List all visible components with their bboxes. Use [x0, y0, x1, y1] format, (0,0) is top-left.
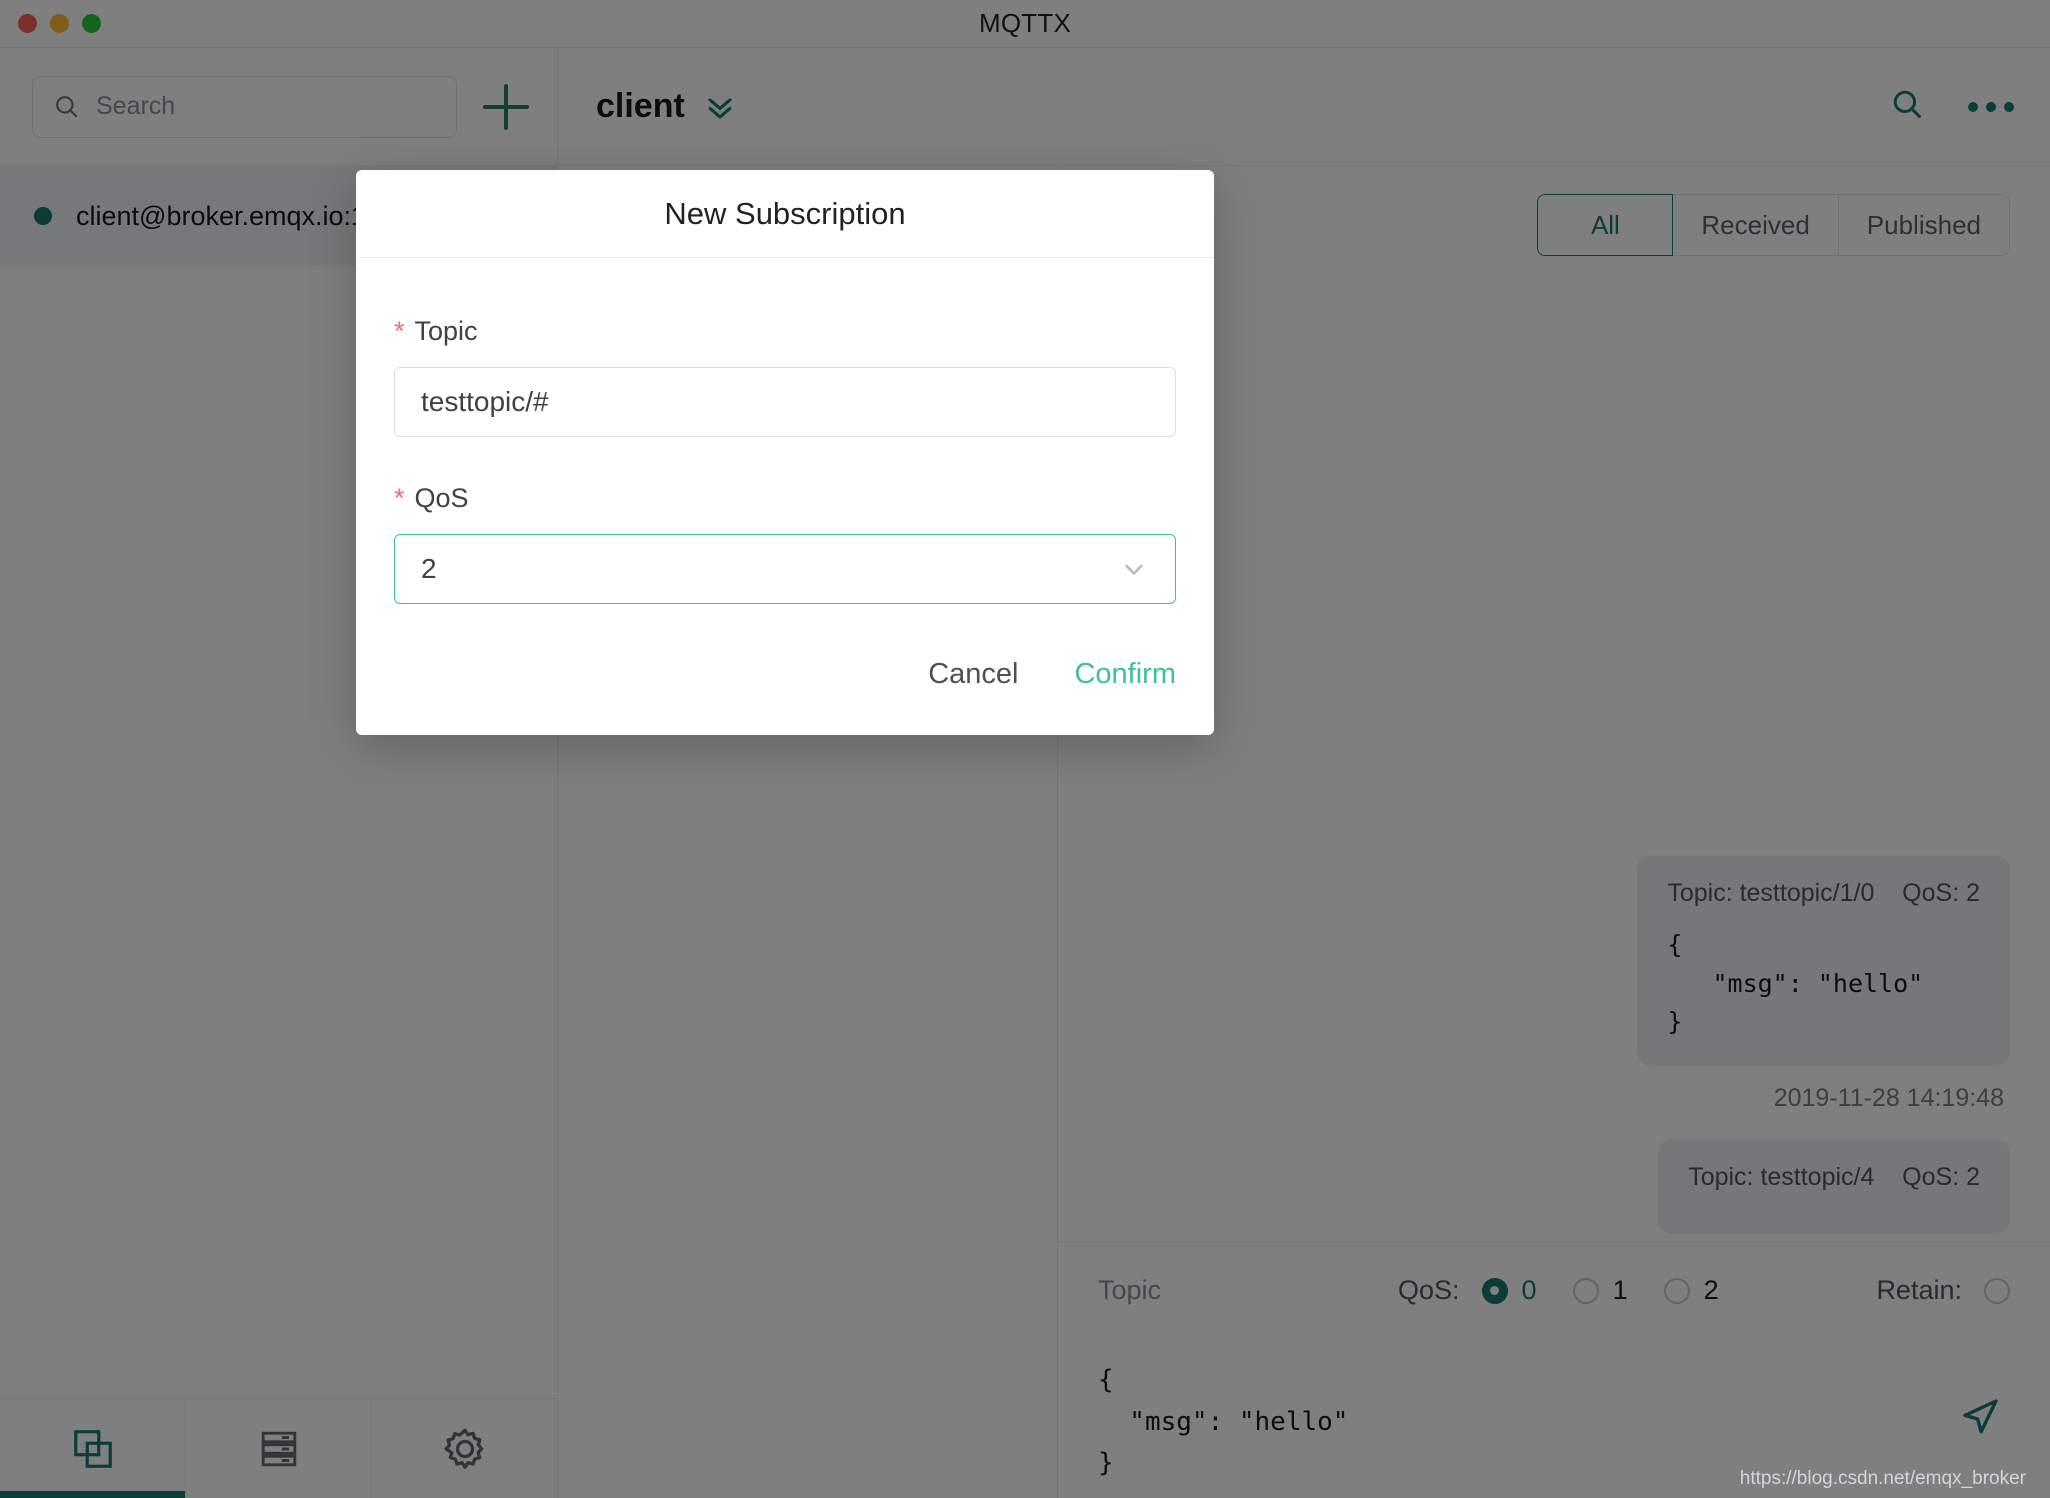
topic-label: Topic — [414, 316, 478, 346]
qos-label: QoS — [414, 483, 469, 513]
publish-qos-option-0[interactable]: 0 — [1481, 1275, 1537, 1306]
required-marker: * — [394, 483, 405, 513]
message-bubble: Topic: testtopic/4 QoS: 2 — [1658, 1139, 2010, 1234]
main-header: client — [558, 48, 2050, 166]
publish-qos-radio-group: 0 1 2 — [1481, 1275, 1719, 1306]
publish-qos-option-label: 0 — [1521, 1275, 1537, 1305]
search-placeholder: Search — [96, 92, 176, 120]
dialog-title: New Subscription — [664, 195, 906, 231]
radio-icon — [1481, 1277, 1508, 1304]
add-connection-button[interactable] — [483, 83, 529, 130]
topic-label-row: * Topic — [394, 316, 1176, 347]
search-input[interactable]: Search — [32, 75, 457, 138]
watermark: https://blog.csdn.net/emqx_broker — [1739, 1468, 2026, 1489]
radio-icon — [1663, 1277, 1690, 1304]
new-subscription-dialog: New Subscription * Topic testtopic/# * Q… — [356, 170, 1214, 735]
dialog-header: New Subscription — [356, 170, 1214, 258]
radio-icon — [1572, 1277, 1599, 1304]
search-icon — [56, 96, 78, 118]
topic-input-value: testtopic/# — [421, 386, 549, 417]
message-filter-tabs: All Received Published — [1537, 194, 2010, 256]
search-messages-button[interactable] — [1890, 87, 1924, 126]
title-bar: MQTTX — [0, 0, 2050, 48]
connection-status-dot — [34, 207, 52, 225]
nav-settings-button[interactable] — [371, 1399, 557, 1498]
tab-published[interactable]: Published — [1838, 194, 2010, 256]
tab-received[interactable]: Received — [1673, 194, 1839, 256]
bottom-navigation — [0, 1398, 557, 1498]
publish-qos-option-1[interactable]: 1 — [1572, 1275, 1628, 1306]
gear-icon — [443, 1428, 483, 1469]
windows-stack-icon — [73, 1429, 112, 1468]
qos-field-group: * QoS 2 — [394, 483, 1176, 604]
publish-topic-input[interactable]: Topic — [1098, 1275, 1398, 1306]
retain-checkbox[interactable] — [1984, 1277, 2010, 1304]
server-icon — [261, 1431, 296, 1466]
header-actions — [1890, 87, 2014, 126]
cancel-button[interactable]: Cancel — [928, 658, 1018, 691]
nav-brokers-button[interactable] — [185, 1399, 371, 1498]
sidebar-toolbar: Search — [0, 48, 557, 166]
confirm-button[interactable]: Confirm — [1074, 658, 1176, 691]
publish-qos-option-label: 1 — [1612, 1275, 1628, 1305]
message-timestamp: 2019-11-28 14:19:48 — [1773, 1084, 2004, 1112]
qos-label-row: * QoS — [394, 483, 1176, 514]
retain-control: Retain: — [1876, 1275, 2010, 1306]
qos-select[interactable]: 2 — [394, 534, 1176, 604]
send-icon — [1963, 1399, 1998, 1434]
message-bubble: Topic: testtopic/1/0 QoS: 2 { "msg": "he… — [1637, 854, 2010, 1066]
dialog-footer: Cancel Confirm — [356, 624, 1214, 735]
app-title: MQTTX — [979, 8, 1071, 38]
tab-all[interactable]: All — [1537, 194, 1674, 256]
message-payload: { "msg": "hello" } — [1667, 929, 1924, 1037]
message-meta: Topic: testtopic/1/0 QoS: 2 — [1667, 878, 1980, 907]
chevron-double-down-icon[interactable] — [703, 90, 737, 124]
nav-connections-button[interactable] — [0, 1399, 185, 1498]
page-title: client — [596, 87, 685, 125]
publish-qos-label: QoS: — [1398, 1275, 1460, 1305]
message-meta: Topic: testtopic/4 QoS: 2 — [1688, 1163, 1980, 1191]
required-marker: * — [394, 316, 405, 346]
send-message-button[interactable] — [1956, 1393, 2004, 1446]
publish-qos-option-label: 2 — [1703, 1275, 1719, 1305]
topic-field-group: * Topic testtopic/# — [394, 316, 1176, 437]
chevron-down-icon — [1125, 564, 1143, 575]
publish-qos-option-2[interactable]: 2 — [1663, 1275, 1719, 1306]
topic-input[interactable]: testtopic/# — [394, 367, 1176, 437]
more-horizontal-icon[interactable] — [1968, 101, 2014, 112]
retain-label: Retain: — [1876, 1275, 1962, 1305]
search-icon — [1893, 90, 1921, 118]
qos-select-value: 2 — [421, 553, 437, 584]
publish-payload-text: { "msg": "hello" } — [1098, 1365, 1349, 1479]
dialog-body: * Topic testtopic/# * QoS 2 — [356, 258, 1214, 624]
publish-options-bar: Topic QoS: 0 1 2 Retain: — [1058, 1242, 2050, 1338]
